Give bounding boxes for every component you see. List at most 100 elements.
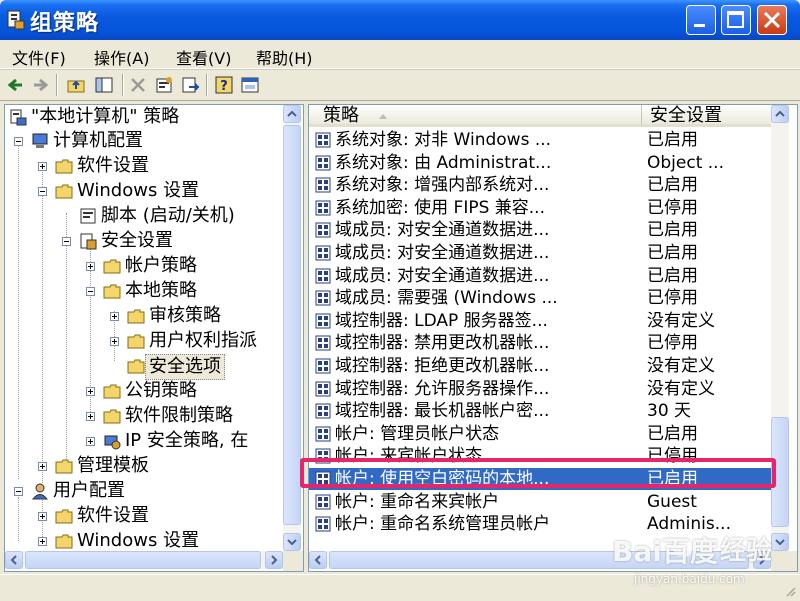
forward-arrow-icon[interactable] [30, 75, 50, 95]
expander-windows-settings[interactable] [38, 187, 47, 196]
show-hide-tree-icon[interactable] [94, 75, 114, 95]
title-bar[interactable]: 组策略 [0, 0, 800, 40]
column-header-setting[interactable]: 安全设置 [641, 105, 771, 127]
maximize-icon [727, 11, 744, 28]
expander-security-settings[interactable] [62, 237, 71, 246]
policy-row[interactable]: 系统对象: 增强内部系统对... 已启用 [309, 174, 771, 196]
menu-view[interactable]: 查看(V) [176, 45, 231, 69]
menu-file[interactable]: 文件(F) [12, 45, 66, 69]
policy-name: 系统对象: 增强内部系统对... [335, 175, 550, 196]
policy-setting-icon [315, 358, 331, 374]
delete-icon[interactable] [128, 75, 148, 95]
policy-setting: 已启用 [647, 265, 698, 286]
policy-name: 域成员: 对安全通道数据进... [335, 265, 550, 286]
expander-user-rights[interactable] [110, 337, 119, 346]
policy-row[interactable]: 域成员: 对安全通道数据进... 已启用 [309, 265, 771, 287]
folder-icon [55, 534, 73, 549]
policy-name: 帐户: 重命名系统管理员帐户 [335, 514, 551, 535]
column-header-policy[interactable]: 策略 [309, 105, 641, 127]
folder-open-icon [103, 284, 121, 299]
back-arrow-icon[interactable] [6, 75, 26, 95]
policy-row[interactable]: 域成员: 需要强 (Windows ... 已停用 [309, 287, 771, 309]
policy-name: 系统加密: 使用 FIPS 兼容... [335, 197, 545, 218]
policy-setting: 已停用 [647, 288, 698, 309]
policy-setting: 30 天 [647, 401, 692, 422]
up-folder-icon[interactable] [66, 75, 86, 95]
folder-icon [127, 309, 145, 324]
policy-setting-icon [315, 222, 331, 238]
maximize-button[interactable] [721, 5, 751, 35]
tree-scroll-up-button[interactable] [283, 105, 301, 123]
folder-icon [103, 259, 121, 274]
policy-row[interactable]: 系统对象: 对非 Windows ... 已启用 [309, 129, 771, 151]
policy-row[interactable]: 域控制器: 拒绝更改机器帐... 没有定义 [309, 355, 771, 377]
list-scroll-left-button[interactable] [309, 551, 327, 569]
watermark-brand: Bai百度 [612, 535, 718, 568]
tree-scroll-thumb[interactable] [283, 125, 301, 525]
policy-computer-icon [10, 109, 27, 126]
expander-audit-policy[interactable] [110, 312, 119, 321]
policy-name: 域控制器: 最长机器帐户密... [335, 401, 550, 422]
expander-software-restriction[interactable] [86, 412, 95, 421]
policy-row[interactable]: 帐户: 管理员帐户状态 已启用 [309, 423, 771, 445]
tree-hscroll-thumb[interactable] [25, 551, 261, 569]
expander-user-windows-settings[interactable] [38, 537, 47, 546]
expander-admin-templates[interactable] [38, 462, 47, 471]
expander-user-software-settings[interactable] [38, 512, 47, 521]
close-button[interactable] [757, 5, 787, 35]
expander-software-settings[interactable] [38, 162, 47, 171]
group-policy-app-icon[interactable] [6, 9, 26, 31]
policy-setting-icon [315, 313, 331, 329]
policy-row[interactable]: 系统加密: 使用 FIPS 兼容... 已停用 [309, 197, 771, 219]
console-icon[interactable] [240, 75, 260, 95]
policy-row[interactable]: 域控制器: LDAP 服务器签... 没有定义 [309, 310, 771, 332]
export-list-icon[interactable] [180, 75, 200, 95]
folder-icon [55, 459, 73, 474]
policy-name: 域控制器: 允许服务器操作... [335, 378, 550, 399]
menu-bar: 文件(F) 操作(A) 查看(V) 帮助(H) [0, 42, 800, 69]
tree-horizontal-scrollbar[interactable] [5, 551, 283, 569]
folder-icon [127, 334, 145, 349]
tree-scroll-down-button[interactable] [283, 533, 301, 551]
policy-row[interactable]: 域控制器: 禁用更改机器帐... 已停用 [309, 332, 771, 354]
policy-row[interactable]: 域成员: 对安全通道数据进... 已启用 [309, 242, 771, 264]
scripts-icon [80, 208, 96, 224]
expander-account-policies[interactable] [86, 262, 95, 271]
help-icon[interactable]: ? [214, 75, 234, 95]
properties-icon[interactable] [154, 75, 174, 95]
chevron-right-icon [271, 555, 278, 565]
toolbar: ? [0, 69, 800, 101]
computer-icon [32, 133, 48, 148]
expander-user-config[interactable] [14, 487, 23, 496]
menu-action[interactable]: 操作(A) [94, 45, 149, 69]
expander-local-policies[interactable] [86, 287, 95, 296]
policy-setting: 已停用 [647, 333, 698, 354]
policy-setting-icon [315, 381, 331, 397]
folder-icon [55, 159, 73, 174]
expander-computer-config[interactable] [14, 137, 23, 146]
menu-help[interactable]: 帮助(H) [256, 45, 313, 69]
policy-row[interactable]: 系统对象: 由 Administrat... Object ... [309, 152, 771, 174]
policy-row[interactable]: 域控制器: 最长机器帐户密... 30 天 [309, 400, 771, 422]
policy-setting-icon [315, 426, 331, 442]
window-title: 组策略 [30, 11, 100, 36]
tree-scroll-left-button[interactable] [5, 551, 23, 569]
minimize-button[interactable] [686, 5, 716, 35]
policy-setting: 已启用 [647, 130, 698, 150]
security-settings-icon [80, 233, 97, 250]
expander-ip-security[interactable] [86, 437, 95, 446]
group-policy-window: 组策略 文件(F) 操作(A) 查看(V) 帮助(H) ? "本地计算机" 策略… [0, 0, 800, 601]
policy-row[interactable]: 帐户: 重命名来宾帐户 Guest [309, 491, 771, 513]
policy-list-pane[interactable]: 策略 安全设置 系统对象: 对非 Windows ... 已启用 系统对象: 由 A… [308, 104, 798, 572]
policy-row[interactable]: 域成员: 对安全通道数据进... 已启用 [309, 219, 771, 241]
policy-setting-icon [315, 516, 331, 532]
tree-pane[interactable]: "本地计算机" 策略 计算机配置 软件设置 Windows 设置 脚本 (启动/… [4, 104, 304, 572]
policy-name: 帐户: 重命名来宾帐户 [335, 491, 500, 512]
policy-setting: 已启用 [647, 423, 698, 444]
policy-row[interactable]: 域控制器: 允许服务器操作... 没有定义 [309, 378, 771, 400]
policy-setting: 已启用 [647, 175, 698, 196]
list-scroll-up-button[interactable] [771, 105, 789, 123]
tree-scroll-right-button[interactable] [265, 551, 283, 569]
tree-vertical-scrollbar[interactable] [283, 105, 301, 551]
expander-public-key[interactable] [86, 387, 95, 396]
